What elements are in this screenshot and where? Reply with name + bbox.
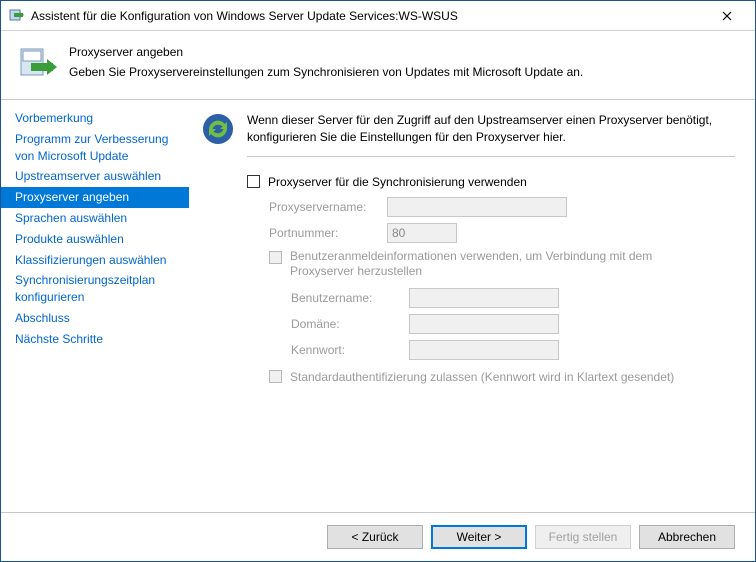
back-button[interactable]: < Zurück <box>327 525 423 549</box>
window-title: Assistent für die Konfiguration von Wind… <box>31 9 707 23</box>
next-button[interactable]: Weiter > <box>431 525 527 549</box>
nav-step-sprachen[interactable]: Sprachen auswählen <box>1 208 189 229</box>
nav-step-produkte[interactable]: Produkte auswählen <box>1 229 189 250</box>
nav-step-naechste[interactable]: Nächste Schritte <box>1 329 189 350</box>
use-credentials-label: Benutzeranmeldeinformationen verwenden, … <box>290 249 660 280</box>
use-credentials-checkbox[interactable] <box>269 251 282 264</box>
finish-button: Fertig stellen <box>535 525 631 549</box>
username-label: Benutzername: <box>291 291 401 305</box>
use-proxy-label: Proxyserver für die Synchronisierung ver… <box>268 175 527 189</box>
wizard-footer: < Zurück Weiter > Fertig stellen Abbrech… <box>1 512 755 561</box>
nav-step-proxy[interactable]: Proxyserver angeben <box>1 187 189 208</box>
username-input[interactable] <box>409 288 559 308</box>
password-label: Kennwort: <box>291 343 401 357</box>
nav-step-klassifizierungen[interactable]: Klassifizierungen auswählen <box>1 250 189 271</box>
content-description: Wenn dieser Server für den Zugriff auf d… <box>247 112 735 157</box>
wizard-nav: Vorbemerkung Programm zur Verbesserung v… <box>1 100 189 512</box>
nav-step-programm[interactable]: Programm zur Verbesserung von Microsoft … <box>1 129 189 167</box>
wizard-content: Wenn dieser Server für den Zugriff auf d… <box>189 100 755 512</box>
wizard-header: Proxyserver angeben Geben Sie Proxyserve… <box>1 31 755 100</box>
nav-step-vorbemerkung[interactable]: Vorbemerkung <box>1 108 189 129</box>
basic-auth-label: Standardauthentifizierung zulassen (Kenn… <box>290 370 674 384</box>
use-proxy-checkbox[interactable] <box>247 175 260 188</box>
nav-step-sync[interactable]: Synchronisierungszeitplan konfigurieren <box>1 270 189 308</box>
sync-icon <box>201 112 235 146</box>
close-button[interactable] <box>707 2 747 30</box>
port-label: Portnummer: <box>269 226 379 240</box>
page-title: Proxyserver angeben <box>69 45 583 59</box>
domain-label: Domäne: <box>291 317 401 331</box>
domain-input[interactable] <box>409 314 559 334</box>
port-input[interactable] <box>387 223 457 243</box>
cancel-button[interactable]: Abbrechen <box>639 525 735 549</box>
page-subtitle: Geben Sie Proxyservereinstellungen zum S… <box>69 65 583 79</box>
wizard-header-icon <box>17 43 57 83</box>
password-input[interactable] <box>409 340 559 360</box>
basic-auth-checkbox[interactable] <box>269 370 282 383</box>
titlebar: Assistent für die Konfiguration von Wind… <box>1 1 755 31</box>
proxy-name-input[interactable] <box>387 197 567 217</box>
app-icon <box>9 8 25 24</box>
nav-step-abschluss[interactable]: Abschluss <box>1 308 189 329</box>
proxy-name-label: Proxyservername: <box>269 200 379 214</box>
nav-step-upstream[interactable]: Upstreamserver auswählen <box>1 166 189 187</box>
